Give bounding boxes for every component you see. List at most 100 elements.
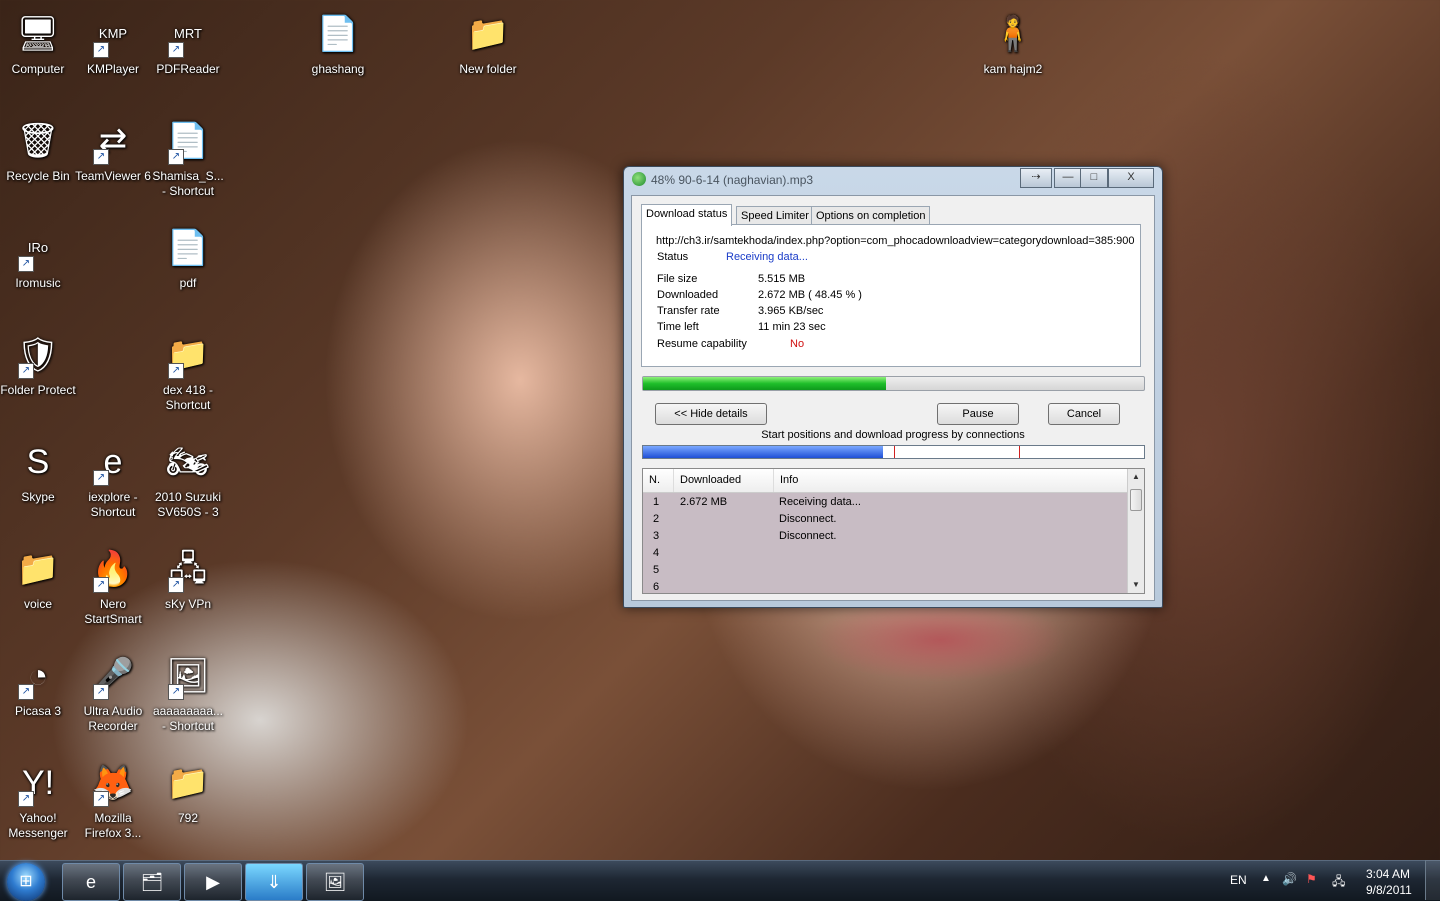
time-left-value: 11 min 23 sec [758, 321, 826, 333]
desktop-icon-label: sKy VPn [164, 597, 212, 611]
connections-list-header: N. Downloaded Info [643, 469, 1127, 493]
desktop-icon-image: 📁 [166, 764, 210, 802]
shortcut-arrow-icon: ↗ [18, 791, 34, 807]
maximize-button[interactable]: □ [1080, 168, 1108, 188]
desktop-icon-image: 📁 [16, 550, 60, 588]
desktop-icon-label: ghashang [311, 62, 365, 76]
taskbar-internet-download-manager-button[interactable]: ⇓ [245, 863, 303, 901]
desktop-icon-792[interactable]: 📁 792 [150, 759, 226, 826]
minimize-button[interactable]: — [1054, 168, 1082, 188]
shortcut-arrow-icon: ↗ [168, 42, 184, 58]
desktop-icon-ultra-audio-recorder[interactable]: 🎤 ↗ Ultra Audio Recorder [75, 652, 151, 734]
connection-info-cell: Disconnect. [779, 513, 837, 525]
desktop-icon-ghashang[interactable]: 📄 ghashang [300, 10, 376, 77]
desktop-icon-label: 792 [177, 811, 199, 825]
language-indicator[interactable]: EN [1230, 873, 1247, 887]
close-button[interactable]: X [1108, 168, 1154, 188]
desktop-icon-iromusic[interactable]: IRo ↗ Iromusic [0, 224, 76, 291]
desktop-icon-label: kam hajm2 [983, 62, 1043, 76]
desktop-icon-label: pdf [179, 276, 197, 290]
connection-row[interactable]: 3 Disconnect. [643, 528, 1127, 545]
idm-app-icon [632, 172, 646, 186]
pin-button[interactable]: ⇢ [1020, 168, 1052, 188]
hide-details-button[interactable]: << Hide details [655, 403, 767, 425]
desktop-icon-kam-hajm2[interactable]: 🧍 kam hajm2 [975, 10, 1051, 77]
desktop-icon-dex-418-shortcut[interactable]: 📁 ↗ dex 418 - Shortcut [150, 331, 226, 413]
volume-icon[interactable]: 🔊 [1282, 872, 1297, 886]
desktop-icon-yahoo-messenger[interactable]: Y! ↗ Yahoo! Messenger [0, 759, 76, 841]
desktop-icon-sky-vpn[interactable]: 🖧 ↗ sKy VPn [150, 545, 226, 612]
list-vertical-scrollbar[interactable]: ▲ ▼ [1127, 469, 1144, 593]
desktop-icon-shamisa-s-shortcut[interactable]: 📄 ↗ Shamisa_S... - Shortcut [150, 117, 226, 199]
shortcut-arrow-icon: ↗ [93, 470, 109, 486]
connection-row[interactable]: 4 [643, 545, 1127, 562]
desktop-icon-new-folder[interactable]: 📁 New folder [450, 10, 526, 77]
download-progress-window: 48% 90-6-14 (naghavian).mp3 ⇢ — □ X Down… [623, 166, 1163, 608]
column-header-number[interactable]: N. [643, 469, 674, 492]
downloaded-value: 2.672 MB ( 48.45 % ) [758, 289, 862, 301]
connections-list[interactable]: N. Downloaded Info 1 2.672 MB Receiving da… [642, 468, 1145, 594]
desktop-icon-image: 🛡 ↗ [14, 331, 62, 379]
desktop-icon-image: 🔥 ↗ [89, 545, 137, 593]
show-hidden-icons-icon[interactable]: ▲ [1261, 873, 1271, 884]
desktop-icon-image: KMP ↗ [89, 10, 137, 58]
desktop-icon-aaaaaaaaa-shortcut[interactable]: 🖼 ↗ aaaaaaaaa... - Shortcut [150, 652, 226, 734]
clock-date[interactable]: 9/8/2011 [1366, 883, 1412, 897]
desktop-icon-pdfreader[interactable]: MRT ↗ PDFReader [150, 10, 226, 77]
shortcut-arrow-icon: ↗ [18, 363, 34, 379]
resume-capability-value: No [790, 338, 805, 350]
network-icon[interactable]: 🖧 [1332, 872, 1345, 893]
desktop-icon-2010-suzuki-sv650s-3[interactable]: 🏍 2010 Suzuki SV650S - 3 [150, 438, 226, 520]
connections-progress-fill [643, 446, 884, 458]
action-center-icon[interactable]: ⚑ [1306, 872, 1317, 886]
pause-button[interactable]: Pause [937, 403, 1019, 425]
file-size-value: 5.515 MB [758, 273, 806, 285]
tab-download-status[interactable]: Download status [641, 204, 733, 226]
shortcut-arrow-icon: ↗ [168, 363, 184, 379]
desktop-icon-mozilla-firefox-3[interactable]: 🦊 ↗ Mozilla Firefox 3... [75, 759, 151, 841]
desktop-icon-computer[interactable]: 🖥 Computer [0, 10, 76, 77]
connection-start-marker [893, 446, 895, 458]
cancel-button[interactable]: Cancel [1048, 403, 1120, 425]
desktop-icon-recycle-bin[interactable]: 🗑 Recycle Bin [0, 117, 76, 184]
desktop-icon-pdf[interactable]: 📄 pdf [150, 224, 226, 291]
column-header-info[interactable]: Info [774, 469, 1126, 492]
tab-speed-limiter[interactable]: Speed Limiter [736, 206, 814, 225]
show-desktop-button[interactable] [1425, 860, 1440, 900]
desktop-icon-teamviewer-6[interactable]: ⇄ ↗ TeamViewer 6 [75, 117, 151, 184]
desktop-icon-label: Nero StartSmart [84, 597, 142, 626]
desktop-icon-nero-startsmart[interactable]: 🔥 ↗ Nero StartSmart [75, 545, 151, 627]
desktop-icon-voice[interactable]: 📁 voice [0, 545, 76, 612]
column-header-downloaded[interactable]: Downloaded [674, 469, 774, 492]
taskbar: ⊞ e 🗂 ▶ ⇓ 🖼 EN ▲ 🔊 ⚑ 🖧 3:04 AM 9/8/2011 [0, 860, 1440, 901]
desktop-icon-skype[interactable]: S Skype [0, 438, 76, 505]
desktop-icon-image: ◔ ↗ [14, 652, 62, 700]
desktop-icon-picasa-3[interactable]: ◔ ↗ Picasa 3 [0, 652, 76, 719]
shortcut-arrow-icon: ↗ [168, 684, 184, 700]
window-title: 48% 90-6-14 (naghavian).mp3 [651, 173, 814, 187]
connection-row[interactable]: 6 [643, 579, 1127, 593]
start-button[interactable]: ⊞ [7, 863, 45, 901]
title-bar[interactable]: 48% 90-6-14 (naghavian).mp3 ⇢ — □ X [624, 167, 1162, 191]
scroll-down-icon[interactable]: ▼ [1128, 577, 1144, 593]
taskbar-media-player-button[interactable]: ▶ [184, 863, 242, 901]
shortcut-arrow-icon: ↗ [93, 684, 109, 700]
desktop-icon-iexplore-shortcut[interactable]: e ↗ iexplore - Shortcut [75, 438, 151, 520]
desktop-icon-label: PDFReader [156, 62, 220, 76]
tab-options-on-completion[interactable]: Options on completion [811, 206, 931, 225]
scroll-thumb[interactable] [1130, 489, 1142, 511]
connection-row[interactable]: 1 2.672 MB Receiving data... [643, 494, 1127, 511]
connection-row[interactable]: 2 Disconnect. [643, 511, 1127, 528]
desktop-icon-kmplayer[interactable]: KMP ↗ KMPlayer [75, 10, 151, 77]
taskbar-internet-explorer-button[interactable]: e [62, 863, 120, 901]
desktop-icon-image: 🖥 [16, 15, 60, 53]
connection-row[interactable]: 5 [643, 562, 1127, 579]
desktop-icon-label: KMPlayer [86, 62, 139, 76]
desktop-icon-label: Skype [21, 490, 55, 504]
taskbar-windows-explorer-button[interactable]: 🗂 [123, 863, 181, 901]
clock-time[interactable]: 3:04 AM [1366, 867, 1410, 881]
scroll-up-icon[interactable]: ▲ [1128, 469, 1144, 485]
taskbar-picture-viewer-button[interactable]: 🖼 [306, 863, 364, 901]
transfer-rate-label: Transfer rate [657, 305, 720, 317]
desktop-icon-folder-protect[interactable]: 🛡 ↗ Folder Protect [0, 331, 76, 398]
